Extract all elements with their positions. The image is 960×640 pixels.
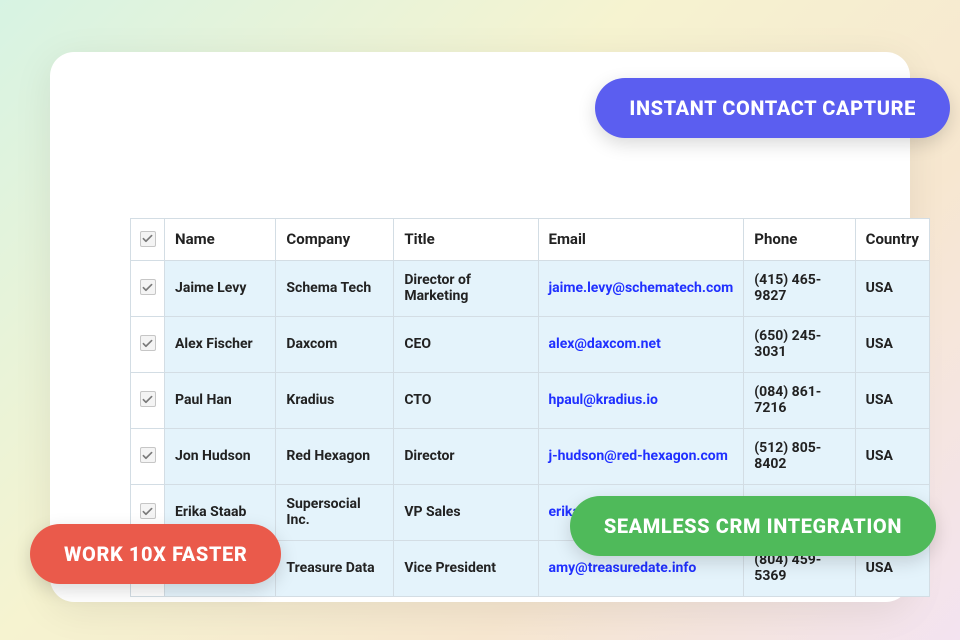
checkbox-icon — [140, 231, 156, 247]
cell-country: USA — [855, 373, 929, 429]
col-name: Name — [165, 219, 276, 261]
cell-email: alex@daxcom.net — [538, 317, 744, 373]
cell-phone: (084) 861-7216 — [744, 373, 855, 429]
cell-company: Daxcom — [276, 317, 394, 373]
col-title: Title — [394, 219, 538, 261]
cell-email: jaime.levy@schematech.com — [538, 261, 744, 317]
row-checkbox[interactable] — [131, 261, 165, 317]
select-all-header[interactable] — [131, 219, 165, 261]
cell-title: VP Sales — [394, 485, 538, 541]
cell-company: Red Hexagon — [276, 429, 394, 485]
cell-phone: (512) 805-8402 — [744, 429, 855, 485]
cell-country: USA — [855, 261, 929, 317]
row-checkbox[interactable] — [131, 429, 165, 485]
promo-panel: Name Company Title Email Phone Country J… — [0, 0, 960, 640]
checkbox-icon — [140, 335, 156, 351]
checkbox-icon — [140, 447, 156, 463]
table-row[interactable]: Alex FischerDaxcomCEOalex@daxcom.net(650… — [131, 317, 930, 373]
cell-email: hpaul@kradius.io — [538, 373, 744, 429]
table-row[interactable]: Jon HudsonRed HexagonDirectorj-hudson@re… — [131, 429, 930, 485]
row-checkbox[interactable] — [131, 317, 165, 373]
cell-title: Director — [394, 429, 538, 485]
col-phone: Phone — [744, 219, 855, 261]
checkbox-icon — [140, 279, 156, 295]
cell-name: Jaime Levy — [165, 261, 276, 317]
cell-country: USA — [855, 317, 929, 373]
cell-company: Treasure Data — [276, 541, 394, 597]
cell-company: Kradius — [276, 373, 394, 429]
cell-title: Vice President — [394, 541, 538, 597]
cell-name: Jon Hudson — [165, 429, 276, 485]
checkbox-icon — [140, 391, 156, 407]
cell-title: CEO — [394, 317, 538, 373]
cell-email: j-hudson@red-hexagon.com — [538, 429, 744, 485]
badge-crm-integration: SEAMLESS CRM INTEGRATION — [570, 496, 936, 556]
table-row[interactable]: Paul HanKradiusCTOhpaul@kradius.io(084) … — [131, 373, 930, 429]
cell-phone: (650) 245-3031 — [744, 317, 855, 373]
badge-instant-capture: INSTANT CONTACT CAPTURE — [595, 78, 950, 138]
cell-company: Schema Tech — [276, 261, 394, 317]
checkbox-icon — [140, 503, 156, 519]
col-email: Email — [538, 219, 744, 261]
col-company: Company — [276, 219, 394, 261]
cell-title: Director of Marketing — [394, 261, 538, 317]
table-header-row: Name Company Title Email Phone Country — [131, 219, 930, 261]
badge-work-faster: WORK 10X FASTER — [30, 524, 281, 584]
cell-phone: (415) 465-9827 — [744, 261, 855, 317]
cell-company: Supersocial Inc. — [276, 485, 394, 541]
table-row[interactable]: Jaime LevySchema TechDirector of Marketi… — [131, 261, 930, 317]
cell-name: Paul Han — [165, 373, 276, 429]
cell-country: USA — [855, 429, 929, 485]
row-checkbox[interactable] — [131, 373, 165, 429]
col-country: Country — [855, 219, 929, 261]
cell-name: Alex Fischer — [165, 317, 276, 373]
cell-title: CTO — [394, 373, 538, 429]
